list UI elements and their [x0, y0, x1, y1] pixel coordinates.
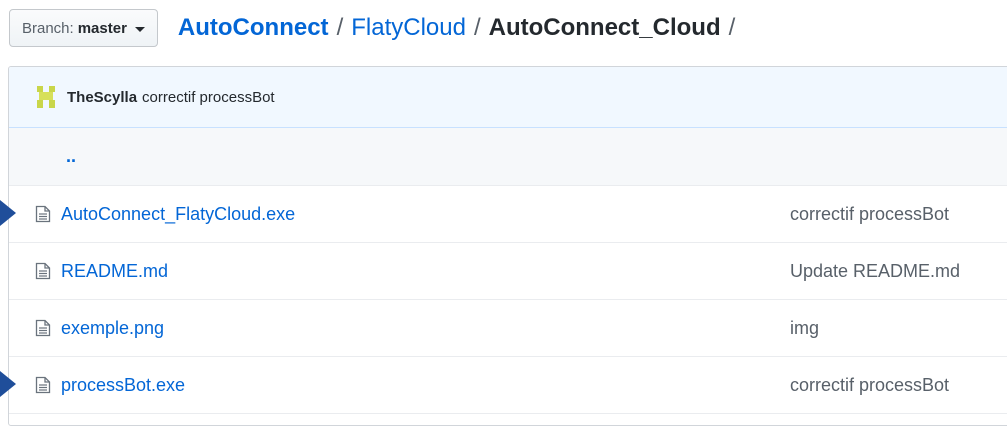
commit-message-link[interactable]: correctif processBot [142, 89, 275, 106]
arrow-marker-icon [0, 370, 16, 397]
file-row[interactable]: README.md Update README.md [9, 243, 1007, 300]
file-commit-message-link[interactable]: correctif processBot [790, 204, 949, 225]
breadcrumb-separator: / [473, 14, 481, 41]
file-commit-message-link[interactable]: correctif processBot [790, 375, 949, 396]
file-icon [35, 376, 51, 394]
breadcrumb: AutoConnect / FlatyCloud / AutoConnect_C… [178, 14, 743, 42]
file-name-link[interactable]: AutoConnect_FlatyCloud.exe [61, 204, 295, 225]
file-name-link[interactable]: processBot.exe [61, 375, 185, 396]
file-row[interactable]: AutoConnect_FlatyCloud.exe correctif proc… [9, 186, 1007, 243]
file-name-link[interactable]: exemple.png [61, 318, 164, 339]
file-commit-message-link[interactable]: img [790, 318, 819, 339]
arrow-marker-icon [0, 199, 16, 226]
breadcrumb-folder-link[interactable]: FlatyCloud [351, 14, 466, 42]
branch-name: master [77, 19, 127, 37]
top-bar: Branch: master AutoConnect / FlatyCloud … [9, 8, 743, 48]
parent-directory-link[interactable]: .. [66, 146, 76, 167]
branch-select-button[interactable]: Branch: master [9, 9, 158, 47]
breadcrumb-current: AutoConnect_Cloud [488, 14, 721, 41]
breadcrumb-root-link[interactable]: AutoConnect [178, 14, 329, 42]
breadcrumb-separator: / [336, 14, 344, 41]
file-icon [35, 262, 51, 280]
latest-commit-bar: TheScylla correctif processBot [9, 67, 1007, 128]
file-row[interactable]: processBot.exe correctif processBot [9, 357, 1007, 414]
file-icon [35, 205, 51, 223]
breadcrumb-separator: / [728, 14, 736, 41]
avatar[interactable] [35, 86, 57, 108]
file-name-link[interactable]: README.md [61, 261, 168, 282]
parent-directory-row[interactable]: .. [9, 128, 1007, 186]
file-icon [35, 319, 51, 337]
caret-down-icon [134, 26, 145, 32]
branch-prefix: Branch: [22, 19, 74, 37]
file-row[interactable]: exemple.png img [9, 300, 1007, 357]
commit-author-link[interactable]: TheScylla [67, 89, 137, 106]
file-commit-message-link[interactable]: Update README.md [790, 261, 960, 282]
file-list: TheScylla correctif processBot .. AutoCo… [8, 66, 1007, 426]
